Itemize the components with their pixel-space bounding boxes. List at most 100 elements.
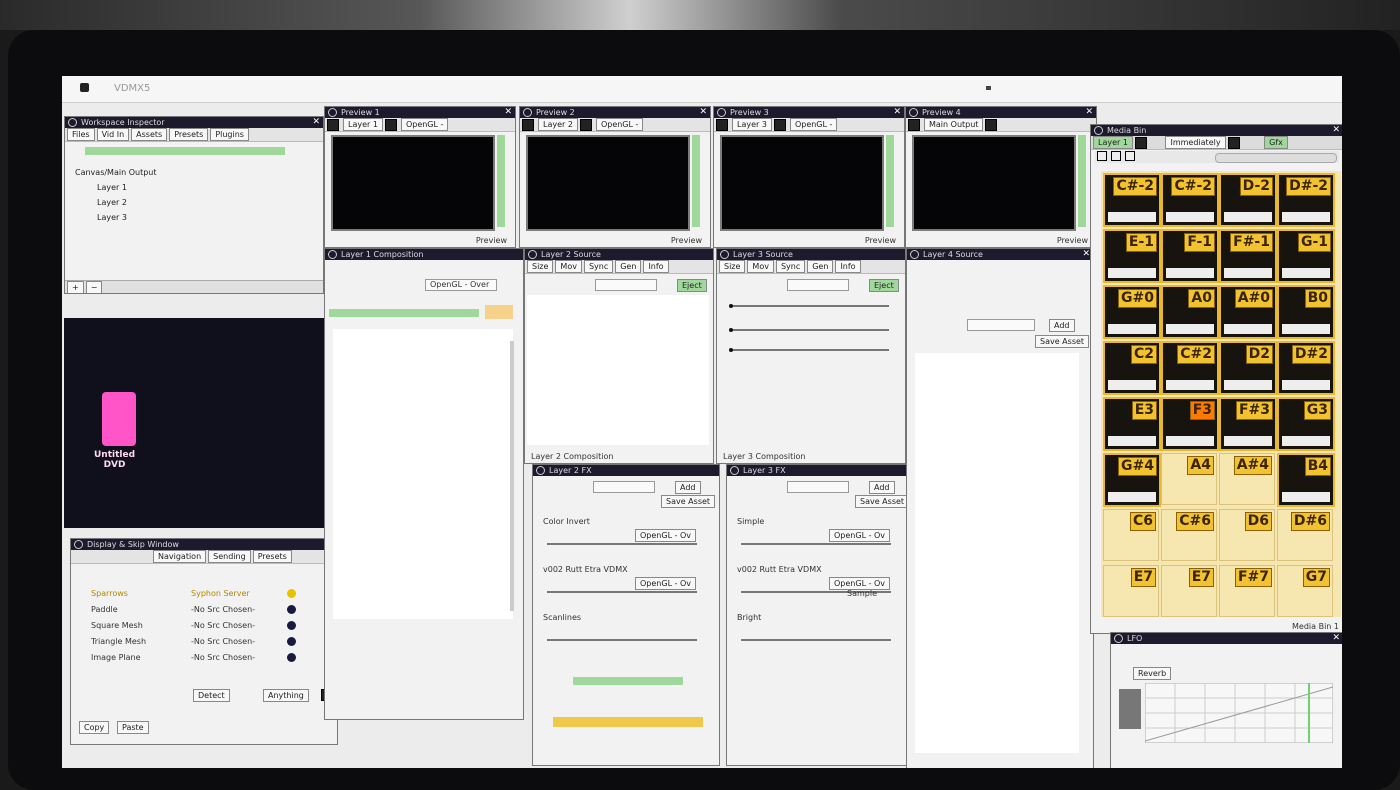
clip-slot[interactable]: D#2 [1277, 341, 1335, 395]
clip-slot[interactable]: G#4 [1103, 453, 1161, 507]
status-icon[interactable] [287, 653, 296, 662]
tab-info[interactable]: Info [835, 260, 861, 273]
fx-level[interactable] [573, 677, 683, 685]
tab-size[interactable]: Size [527, 260, 554, 273]
close-icon[interactable]: ✕ [1332, 125, 1340, 136]
close-icon[interactable]: ✕ [1332, 633, 1340, 644]
layer-select[interactable]: Layer 3 [732, 118, 772, 131]
clip-slot[interactable]: A0 [1161, 285, 1219, 339]
remove-button[interactable]: − [85, 281, 103, 293]
magnifier-icon[interactable] [717, 108, 726, 117]
zoom-slider[interactable] [1215, 153, 1337, 163]
layer-select[interactable]: Layer 2 [538, 118, 578, 131]
parameter-slider[interactable] [547, 543, 697, 545]
magnifier-icon[interactable] [74, 540, 83, 549]
close-icon[interactable]: ✕ [893, 107, 901, 118]
layer-select[interactable]: Layer 1 [343, 118, 383, 131]
clip-slot[interactable]: A4 [1161, 453, 1217, 505]
preview-viewer[interactable] [720, 135, 884, 231]
anything-button[interactable]: Anything [263, 689, 309, 702]
clip-slot[interactable]: F#-1 [1219, 229, 1277, 283]
layer-select[interactable]: Main Output [924, 118, 984, 131]
magnifier-icon[interactable] [523, 108, 532, 117]
chevron-down-icon[interactable] [579, 118, 592, 131]
chevron-down-icon[interactable] [1227, 136, 1240, 149]
clip-slot[interactable]: D#-2 [1277, 173, 1335, 227]
clip-slot[interactable]: E-1 [1103, 229, 1161, 283]
status-icon[interactable] [287, 621, 296, 630]
tree-root[interactable]: Canvas/Main Output [71, 165, 157, 180]
slider-knob[interactable] [729, 304, 733, 308]
scrollbar[interactable] [510, 341, 514, 611]
chevron-down-icon[interactable] [384, 118, 397, 131]
magnifier-icon[interactable] [1114, 634, 1123, 643]
fx-item-name[interactable]: Scanlines [543, 613, 581, 622]
save-asset-button[interactable]: Save Asset [855, 495, 910, 508]
fx-item-name[interactable]: v002 Rutt Etra VDMX [737, 565, 822, 574]
close-icon[interactable]: ✕ [699, 107, 707, 118]
magnifier-icon[interactable] [910, 250, 919, 259]
sample-label[interactable]: Sample [847, 589, 877, 598]
layer-icon[interactable] [716, 118, 728, 131]
preview-viewer[interactable] [526, 135, 690, 231]
save-asset-button[interactable]: Save Asset [1035, 335, 1090, 348]
clip-slot[interactable]: F#3 [1219, 397, 1277, 451]
clip-slot[interactable]: C#2 [1161, 341, 1219, 395]
fx-amount[interactable] [553, 717, 703, 727]
color-swatch[interactable] [485, 305, 513, 319]
clip-slot[interactable]: C#-2 [1103, 173, 1161, 227]
tab-sending[interactable]: Sending [208, 550, 251, 563]
fx-select[interactable] [787, 481, 849, 493]
tab-mov[interactable]: Mov [555, 260, 582, 273]
tab-gen[interactable]: Gen [807, 260, 834, 273]
magnifier-icon[interactable] [536, 466, 545, 475]
source-value[interactable]: -No Src Chosen- [191, 637, 255, 646]
parameter-slider[interactable] [731, 349, 889, 351]
tab-gen[interactable]: Gen [615, 260, 642, 273]
copy-button[interactable]: Copy [79, 721, 110, 734]
status-icon[interactable] [287, 637, 296, 646]
mode-button[interactable]: Gfx [1264, 136, 1288, 149]
tab-sync[interactable]: Sync [775, 260, 806, 273]
clip-slot[interactable]: E3 [1103, 397, 1161, 451]
parameter-slider[interactable] [741, 639, 891, 641]
clip-slot[interactable]: G7 [1277, 565, 1333, 617]
fx-blend-select[interactable]: OpenGL - Ov [635, 577, 697, 590]
clip-slot[interactable]: F3 [1161, 397, 1219, 451]
clip-slot[interactable]: F#7 [1219, 565, 1275, 617]
source-select[interactable] [595, 279, 657, 291]
clip-slot[interactable]: B0 [1277, 285, 1335, 339]
magnifier-icon[interactable] [730, 466, 739, 475]
lfo-mode-select[interactable]: Reverb [1133, 667, 1172, 680]
tab-presets[interactable]: Presets [252, 550, 292, 563]
renderer-select[interactable]: OpenGL - [400, 118, 449, 131]
slider-knob[interactable] [729, 328, 733, 332]
add-button[interactable]: + [67, 281, 84, 293]
tab-presets[interactable]: Presets [169, 128, 209, 141]
chevron-down-icon[interactable] [985, 118, 998, 131]
clip-slot[interactable]: C#6 [1161, 509, 1217, 561]
add-button[interactable]: Add [675, 481, 701, 494]
option-icon[interactable] [1111, 151, 1121, 161]
clip-slot[interactable]: D-2 [1219, 173, 1277, 227]
fx-item-name[interactable]: Color Invert [543, 517, 590, 526]
close-icon[interactable]: ✕ [504, 107, 512, 118]
clip-slot[interactable]: G#0 [1103, 285, 1161, 339]
clip-slot[interactable]: F-1 [1161, 229, 1219, 283]
clip-slot[interactable]: C#-2 [1161, 173, 1219, 227]
tree-item[interactable]: Layer 3 [71, 210, 157, 225]
renderer-select[interactable]: OpenGL - [595, 118, 644, 131]
parameter-slider[interactable] [741, 543, 891, 545]
chevron-down-icon[interactable] [1134, 136, 1147, 149]
clip-slot[interactable]: D6 [1219, 509, 1275, 561]
tab-size[interactable]: Size [719, 260, 746, 273]
status-icon[interactable] [287, 605, 296, 614]
magnifier-icon[interactable] [528, 250, 537, 259]
layer-4-select[interactable] [967, 319, 1035, 331]
parameter-slider[interactable] [731, 329, 889, 331]
source-value[interactable]: Syphon Server [191, 589, 250, 598]
tab-assets[interactable]: Assets [131, 128, 168, 141]
clip-slot[interactable]: C2 [1103, 341, 1161, 395]
opacity-slider[interactable] [329, 309, 479, 317]
detect-button[interactable]: Detect [193, 689, 230, 702]
